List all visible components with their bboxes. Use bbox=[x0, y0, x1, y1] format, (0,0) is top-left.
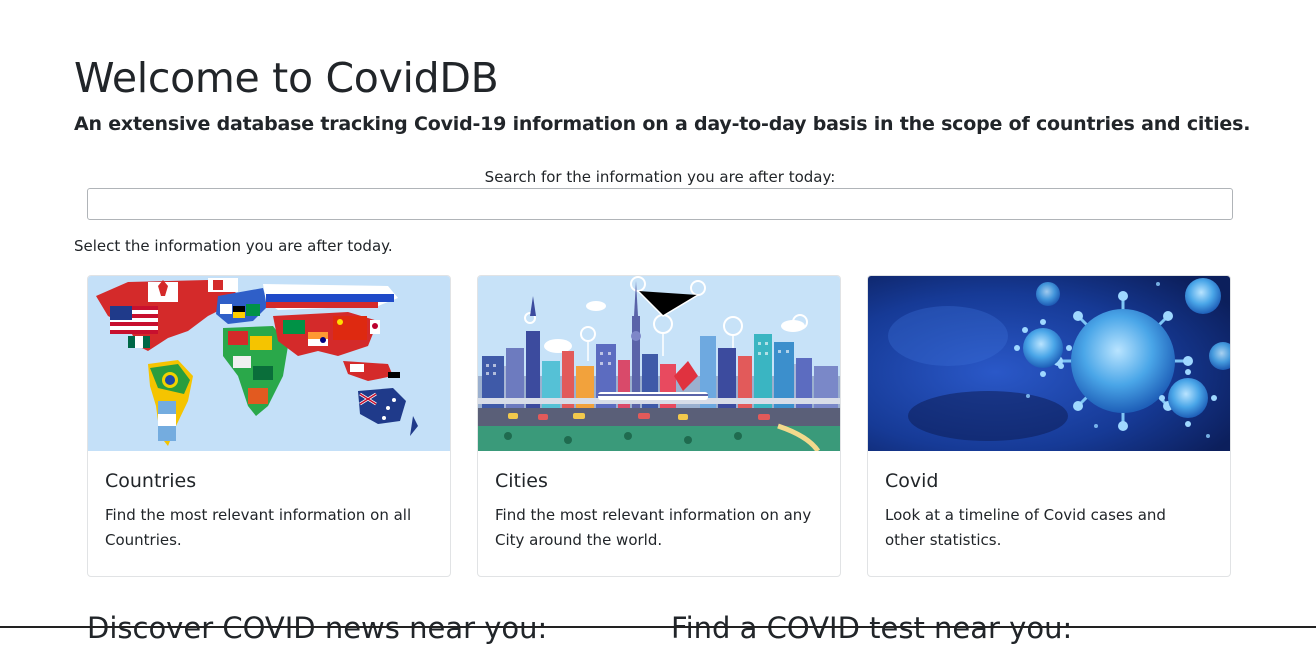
search-input[interactable] bbox=[87, 188, 1233, 220]
card-text: Find the most relevant information on an… bbox=[495, 506, 812, 549]
cities-image bbox=[478, 276, 840, 451]
card-title[interactable]: Cities bbox=[495, 469, 548, 493]
card-covid[interactable]: Covid Look at a timeline of Covid cases … bbox=[867, 275, 1231, 577]
page-title: Welcome to CovidDB bbox=[74, 54, 499, 102]
page-subtitle: An extensive database tracking Covid-19 … bbox=[74, 113, 1251, 135]
test-section-heading: Find a COVID test near you: bbox=[671, 611, 1073, 645]
covid-image bbox=[868, 276, 1230, 451]
card-countries[interactable]: Countries Find the most relevant informa… bbox=[87, 275, 451, 577]
news-section-heading: Discover COVID news near you: bbox=[87, 611, 548, 645]
search-label: Search for the information you are after… bbox=[484, 168, 836, 186]
card-title[interactable]: Countries bbox=[105, 469, 196, 493]
card-text: Look at a timeline of Covid cases and ot… bbox=[885, 506, 1166, 549]
countries-image bbox=[88, 276, 450, 451]
card-cities[interactable]: Cities Find the most relevant informatio… bbox=[477, 275, 841, 577]
card-title[interactable]: Covid bbox=[885, 469, 938, 493]
card-text: Find the most relevant information on al… bbox=[105, 506, 412, 549]
select-prompt: Select the information you are after tod… bbox=[74, 237, 393, 255]
